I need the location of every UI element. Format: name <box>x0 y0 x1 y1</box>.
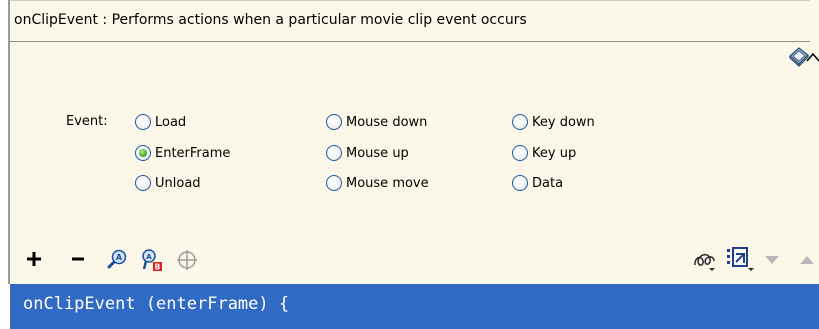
radio-label: Mouse down <box>346 114 428 130</box>
radio-button[interactable] <box>512 145 528 161</box>
radio-load[interactable]: Load <box>135 112 186 132</box>
radio-button[interactable] <box>135 114 151 130</box>
radio-button[interactable] <box>326 175 342 191</box>
insert-target-path-icon[interactable] <box>176 249 198 271</box>
radio-key-up[interactable]: Key up <box>512 143 576 163</box>
find-icon[interactable]: A <box>106 248 128 270</box>
radio-button[interactable] <box>512 175 528 191</box>
radio-button[interactable] <box>135 175 151 191</box>
view-options-icon[interactable] <box>726 246 756 274</box>
description-text: onClipEvent : Performs actions when a pa… <box>14 12 527 28</box>
radio-label: Mouse up <box>346 145 409 161</box>
radio-label: Key down <box>532 114 595 130</box>
replace-icon[interactable]: A B <box>140 248 164 272</box>
radio-button[interactable] <box>326 145 342 161</box>
radio-label: EnterFrame <box>155 145 231 161</box>
move-down-icon[interactable] <box>764 254 780 266</box>
svg-text:B: B <box>155 263 161 272</box>
radio-label: Load <box>155 114 187 130</box>
radio-button-checked[interactable] <box>135 145 151 161</box>
radio-key-down[interactable]: Key down <box>512 112 595 132</box>
radio-data[interactable]: Data <box>512 173 563 193</box>
radio-button[interactable] <box>326 114 342 130</box>
radio-label: Mouse move <box>346 175 429 191</box>
radio-button[interactable] <box>512 114 528 130</box>
svg-text:A: A <box>116 253 123 262</box>
radio-enterframe[interactable]: EnterFrame <box>135 143 230 163</box>
event-label: Event: <box>66 114 108 129</box>
radio-label: Key up <box>532 145 577 161</box>
collapse-arrow-icon[interactable] <box>806 52 819 62</box>
radio-mouse-up[interactable]: Mouse up <box>326 143 409 163</box>
radio-mouse-move[interactable]: Mouse move <box>326 173 429 193</box>
add-icon[interactable] <box>25 250 43 268</box>
script-line-selected[interactable]: onClipEvent (enterFrame) { <box>10 284 819 329</box>
debug-options-icon[interactable] <box>692 249 718 273</box>
actions-panel <box>8 0 819 284</box>
svg-text:A: A <box>146 253 152 261</box>
radio-mouse-down[interactable]: Mouse down <box>326 112 427 132</box>
move-up-icon[interactable] <box>799 254 815 266</box>
radio-label: Unload <box>155 175 201 191</box>
description-bar: onClipEvent : Performs actions when a pa… <box>10 0 810 42</box>
remove-icon[interactable] <box>70 250 86 268</box>
radio-unload[interactable]: Unload <box>135 173 201 193</box>
radio-label: Data <box>532 175 564 191</box>
